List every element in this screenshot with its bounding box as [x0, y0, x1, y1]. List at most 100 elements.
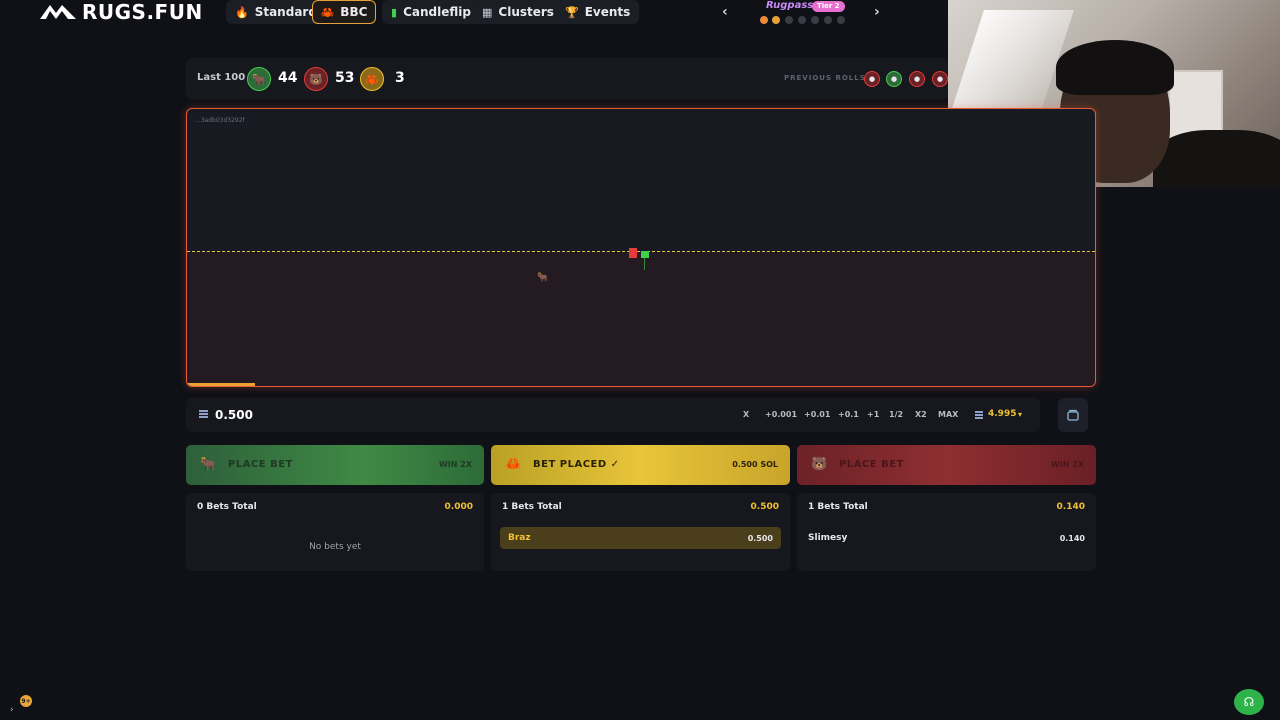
tier-badge: Tier 2: [812, 1, 845, 12]
candle-wick: [644, 258, 645, 270]
logo-mark-icon: [40, 5, 76, 19]
rugpass-dot: [785, 16, 793, 24]
support-button[interactable]: ☊: [1234, 689, 1264, 715]
chevron-left-icon[interactable]: ‹: [722, 4, 728, 20]
rugpass-dot: [798, 16, 806, 24]
win-multiplier: WIN 2X: [438, 460, 472, 469]
tab-standard[interactable]: 🔥 Standard: [226, 0, 326, 24]
bull-icon: 🐂: [247, 67, 271, 91]
sol-icon: [975, 411, 983, 419]
trophy-icon: 🏆: [565, 5, 579, 19]
bettor-name: Braz: [508, 533, 531, 543]
flame-icon: 🔥: [235, 5, 249, 19]
crab-bets-panel: 1 Bets Total 0.500 Braz 0.500: [491, 493, 790, 571]
crab-icon: 🦀: [360, 67, 384, 91]
balance-dropdown-icon[interactable]: ▾: [1018, 410, 1022, 419]
tab-label: Standard: [254, 5, 317, 19]
rugpass-dot: [837, 16, 845, 24]
tab-clusters[interactable]: ▦ Clusters: [473, 0, 563, 24]
double-button[interactable]: X2: [915, 410, 927, 419]
bear-icon: 🐻: [304, 67, 328, 91]
tab-bbc[interactable]: 🦀 BBC: [312, 0, 376, 24]
webcam-hair: [1056, 40, 1174, 95]
bear-icon: 🐻: [811, 457, 828, 472]
win-multiplier: WIN 2X: [1050, 460, 1084, 469]
bet-amount-label: 0.500 SOL: [732, 460, 778, 469]
sol-icon: [199, 410, 208, 419]
bet-amount-row: 0.500 X +0.001 +0.01 +0.1 +1 1/2 X2 MAX …: [186, 398, 1040, 432]
bet-amount-input[interactable]: 0.500: [215, 408, 253, 422]
bets-total-label: 0 Bets Total: [197, 502, 257, 512]
chart-lower-zone: [187, 252, 1095, 386]
prev-roll-bear-icon: ●: [932, 71, 948, 87]
place-bet-bear-button[interactable]: 🐻 PLACE BET WIN 2X: [797, 445, 1096, 485]
expand-chevron-icon[interactable]: ›: [10, 705, 14, 715]
tab-label: BBC: [340, 5, 368, 19]
bettor-name: Slimesy: [808, 533, 848, 543]
chevron-right-icon[interactable]: ›: [874, 4, 880, 20]
logo[interactable]: RUGS.FUN: [38, 0, 203, 24]
bets-total-amount: 0.000: [444, 502, 473, 512]
tab-candleflip[interactable]: ▮ Candleflip: [382, 0, 480, 24]
bets-total-amount: 0.140: [1056, 502, 1085, 512]
bet-row: Braz 0.500: [500, 527, 781, 549]
candle-green: [641, 251, 649, 258]
rugpass-label: Rugpass: [766, 0, 814, 11]
headset-icon: ☊: [1243, 695, 1255, 709]
place-bet-bull-button[interactable]: 🐂 PLACE BET WIN 2X: [186, 445, 484, 485]
crab-count: 3: [395, 70, 405, 86]
clear-button[interactable]: X: [743, 410, 749, 419]
crab-icon: 🦀: [320, 5, 335, 19]
bet-button-label: PLACE BET: [228, 459, 293, 470]
rugpass-widget[interactable]: Rugpass Tier 2: [760, 0, 850, 28]
tab-label: Events: [584, 5, 631, 19]
stats-label: Last 100: [197, 72, 246, 83]
stats-bar: Last 100 🐂 44 🐻 53 🦀 3 PREVIOUS ROLLS ● …: [186, 58, 948, 100]
bet-button-label: BET PLACED ✓: [533, 459, 620, 470]
level-badge[interactable]: 9+: [20, 695, 32, 707]
bull-count: 44: [278, 70, 298, 86]
candle-icon: ▮: [391, 5, 398, 19]
game-hash: ...3adb03d3292f: [195, 117, 245, 124]
no-bets-text: No bets yet: [309, 542, 361, 552]
bets-total-label: 1 Bets Total: [808, 502, 868, 512]
bet-placed-crab-button[interactable]: 🦀 BET PLACED ✓ 0.500 SOL: [491, 445, 790, 485]
bull-icon: 🐂: [200, 457, 217, 472]
bet-button-label: PLACE BET: [839, 459, 904, 470]
logo-text: RUGS.FUN: [82, 0, 203, 24]
max-button[interactable]: MAX: [938, 410, 958, 419]
tab-label: Clusters: [498, 5, 554, 19]
tab-label: Candleflip: [403, 5, 471, 19]
wallet-icon: [1067, 409, 1079, 421]
half-button[interactable]: 1/2: [889, 410, 903, 419]
prev-roll-bear-icon: ●: [864, 71, 880, 87]
candle-red: [629, 248, 637, 258]
add-0001-button[interactable]: +0.001: [765, 410, 797, 419]
rugpass-dot: [772, 16, 780, 24]
bull-marker-icon: 🐂: [537, 273, 549, 283]
candle-chart: ...3adb03d3292f 🐂: [186, 108, 1096, 387]
previous-rolls-label: PREVIOUS ROLLS: [784, 74, 866, 82]
bull-bets-panel: 0 Bets Total 0.000 No bets yet: [186, 493, 484, 571]
bet-row: Slimesy 0.140: [800, 527, 1093, 549]
add-01-button[interactable]: +0.1: [838, 410, 859, 419]
bets-total-label: 1 Bets Total: [502, 502, 562, 512]
round-progress-bar: [187, 383, 255, 386]
grid-icon: ▦: [482, 5, 493, 19]
bet-value: 0.140: [1059, 533, 1085, 543]
rugpass-dot: [811, 16, 819, 24]
wallet-balance[interactable]: 4.995: [988, 409, 1016, 419]
prev-roll-bull-icon: ●: [886, 71, 902, 87]
add-001-button[interactable]: +0.01: [804, 410, 830, 419]
rugpass-dot: [824, 16, 832, 24]
bets-total-amount: 0.500: [750, 502, 779, 512]
bear-bets-panel: 1 Bets Total 0.140 Slimesy 0.140: [797, 493, 1096, 571]
webcam-shoulder: [1153, 130, 1280, 187]
tab-events[interactable]: 🏆 Events: [556, 0, 640, 24]
crab-icon: 🦀: [505, 457, 522, 472]
rugpass-dot: [760, 16, 768, 24]
bet-value: 0.500: [747, 533, 773, 543]
prev-roll-bear-icon: ●: [909, 71, 925, 87]
wallet-button[interactable]: [1058, 398, 1088, 432]
add-1-button[interactable]: +1: [867, 410, 879, 419]
